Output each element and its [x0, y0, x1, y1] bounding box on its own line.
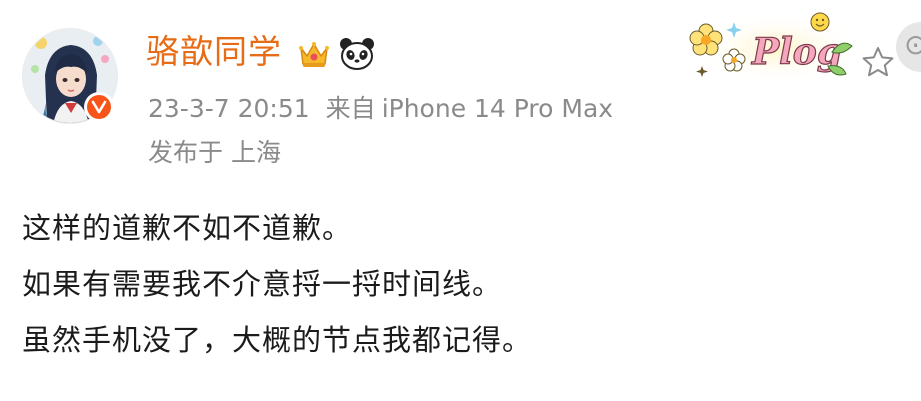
post-line-1: 这样的道歉不如不道歉。: [22, 211, 353, 245]
post-location: 发布于 上海: [148, 136, 281, 170]
location-label: 发布于: [148, 138, 224, 167]
more-icon: ⊙: [904, 28, 921, 61]
weibo-post: 骆歆同学 23-3-7 20:51 来自 iPhone 14 Pro Max 发布于…: [0, 0, 921, 401]
panda-icon[interactable]: [338, 36, 376, 72]
verified-badge: [84, 92, 114, 122]
post-line-3: 虽然手机没了，大概的节点我都记得。: [22, 323, 533, 357]
post-meta: 23-3-7 20:51 来自 iPhone 14 Pro Max: [148, 92, 613, 126]
post-content: 这样的道歉不如不道歉。 如果有需要我不介意捋一捋时间线。 虽然手机没了，大概的节…: [22, 200, 532, 368]
post-datetime: 23-3-7 20:51: [148, 94, 310, 123]
post-line-2: 如果有需要我不介意捋一捋时间线。: [22, 267, 503, 301]
post-device: iPhone 14 Pro Max: [381, 94, 614, 123]
verified-v-icon: [87, 95, 111, 119]
plog-sticker: Plog: [682, 8, 862, 86]
username[interactable]: 骆歆同学: [146, 32, 282, 72]
crown-icon[interactable]: [297, 38, 331, 70]
location-value: 上海: [231, 138, 282, 167]
favorite-star-icon[interactable]: [860, 44, 896, 80]
source-label: 来自: [325, 94, 376, 123]
more-button[interactable]: ⊙: [896, 22, 921, 72]
